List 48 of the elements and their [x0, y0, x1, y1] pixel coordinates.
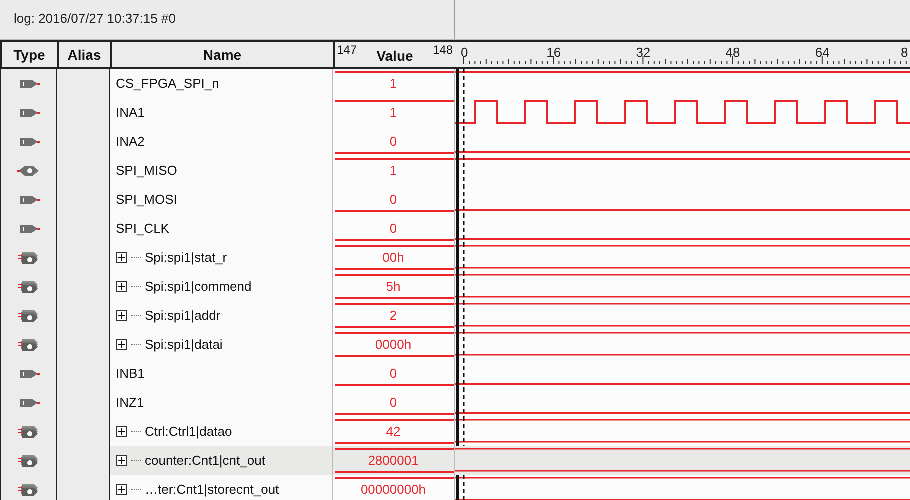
signal-name: …ter:Cnt1|storecnt_out — [145, 482, 280, 497]
signal-name: Spi:spi1|addr — [145, 308, 221, 323]
signal-name: SPI_MISO — [116, 163, 178, 178]
ruler-label: 16 — [546, 45, 562, 60]
ruler-label: 48 — [726, 45, 740, 60]
expand-icon[interactable] — [116, 310, 127, 321]
ruler-label: 8 — [901, 45, 908, 60]
column-header[interactable]: Alias — [57, 40, 112, 69]
expand-icon[interactable] — [116, 339, 127, 350]
expand-icon[interactable] — [116, 426, 127, 437]
signal-value: 00000000h — [360, 482, 426, 497]
expand-icon[interactable] — [116, 484, 127, 495]
signal-value: 0000h — [375, 337, 412, 352]
signal-value: 1 — [390, 76, 398, 91]
signal-name: SPI_MOSI — [116, 192, 178, 207]
signal-value: 0 — [390, 192, 398, 207]
signal-name: SPI_CLK — [116, 221, 170, 236]
signal-name: Ctrl:Ctrl1|datao — [145, 424, 232, 439]
signal-name: INZ1 — [116, 395, 144, 410]
signal-value: 2 — [390, 308, 398, 323]
signal-name: INB1 — [116, 366, 145, 381]
signal-value: 0 — [390, 395, 398, 410]
signal-value: 00h — [382, 250, 404, 265]
signal-name: CS_FPGA_SPI_n — [116, 76, 220, 91]
signal-name: Spi:spi1|datai — [145, 337, 223, 352]
expand-icon[interactable] — [116, 455, 127, 466]
column-header[interactable]: Name — [110, 40, 335, 69]
signal-name: counter:Cnt1|cnt_out — [145, 453, 266, 468]
signal-value: 42 — [386, 424, 401, 439]
signal-name: Spi:spi1|stat_r — [145, 250, 228, 265]
expand-icon[interactable] — [116, 252, 127, 263]
ruler-label: 0 — [461, 45, 468, 60]
expand-icon[interactable] — [116, 281, 127, 292]
column-header[interactable]: Type — [0, 40, 59, 69]
log-title: log: 2016/07/27 10:37:15 #0 — [0, 0, 455, 39]
signal-name: INA2 — [116, 134, 145, 149]
ruler-label: 64 — [815, 45, 830, 60]
signal-value: 1 — [390, 163, 398, 178]
signal-value: 0 — [390, 134, 398, 149]
ruler-label: 32 — [636, 45, 651, 60]
signal-value: 2800001 — [368, 453, 419, 468]
signal-name: INA1 — [116, 105, 145, 120]
signal-value: 5h — [386, 279, 401, 294]
signal-value: 1 — [390, 105, 398, 120]
signal-value: 0 — [390, 221, 398, 236]
signal-value: 0 — [390, 366, 398, 381]
signal-name: Spi:spi1|commend — [145, 279, 252, 294]
column-header[interactable]: 147 Value 148 — [333, 40, 457, 69]
